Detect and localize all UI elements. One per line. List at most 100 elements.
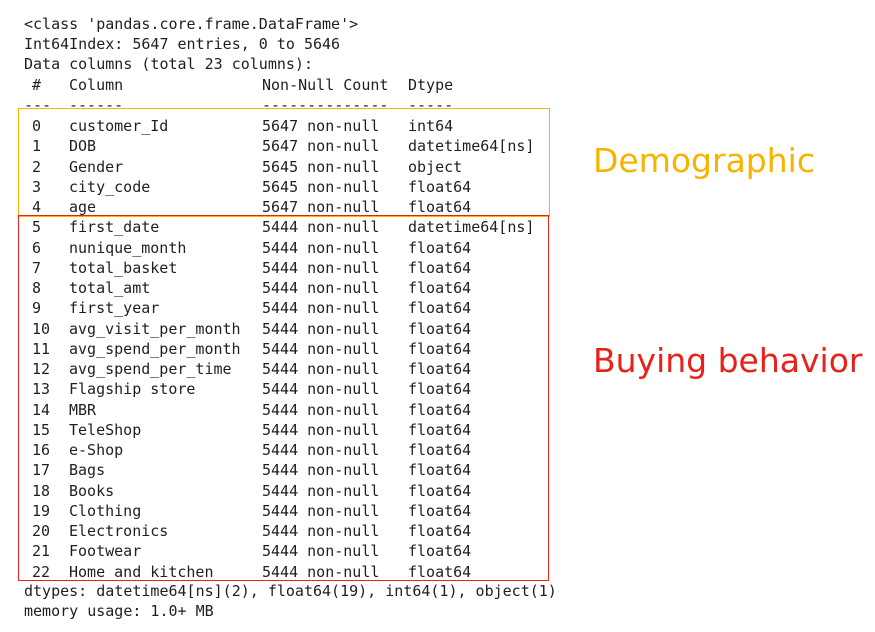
row-column-name: Gender <box>69 157 124 176</box>
row-dtype: float64 <box>408 258 472 277</box>
row-non-null-count: 5444 non-null <box>262 542 380 561</box>
row-index: 5 <box>32 218 42 237</box>
row-column-name: total_amt <box>69 279 151 297</box>
row-dtype: float64 <box>408 562 472 581</box>
row-non-null-count: 5444 non-null <box>262 380 380 399</box>
row-column-name: customer_Id <box>69 117 169 135</box>
row-index: 10 <box>32 319 51 338</box>
row-dtype: float64 <box>408 238 472 257</box>
row-non-null-count: 5444 non-null <box>262 360 380 378</box>
row-dtype: object <box>408 157 463 176</box>
row-index: 1 <box>32 137 42 156</box>
row-index: 16 <box>32 441 51 459</box>
buying-behavior-label: Buying behavior <box>593 341 863 380</box>
row-column-name: age <box>69 198 97 216</box>
row-column-name: Books <box>69 481 115 500</box>
row-column-name: Clothing <box>69 501 142 520</box>
row-dtype: float64 <box>408 542 472 561</box>
row-dtype: float64 <box>408 198 472 216</box>
row-column-name: city_code <box>69 177 151 196</box>
row-dtype: datetime64[ns] <box>408 218 535 237</box>
row-non-null-count: 5444 non-null <box>262 441 380 459</box>
row-column-name: avg_visit_per_month <box>69 319 241 338</box>
row-dtype: float64 <box>408 279 472 297</box>
row-index: 12 <box>32 360 51 378</box>
row-index: 6 <box>32 238 42 257</box>
row-dtype: datetime64[ns] <box>408 137 535 156</box>
row-dtype: float64 <box>408 400 472 419</box>
row-dtype: float64 <box>408 481 472 500</box>
row-non-null-count: 5647 non-null <box>262 198 380 216</box>
row-non-null-count: 5444 non-null <box>262 279 380 297</box>
row-column-name: e-Shop <box>69 441 124 459</box>
dtypes-line: dtypes: datetime64[ns](2), float64(19), … <box>24 582 557 600</box>
row-index: 18 <box>32 481 51 500</box>
row-non-null-count: 5444 non-null <box>262 461 380 480</box>
row-non-null-count: 5444 non-null <box>262 481 380 500</box>
rule-count: -------------- <box>262 96 389 114</box>
row-non-null-count: 5647 non-null <box>262 117 380 135</box>
row-column-name: DOB <box>69 137 97 156</box>
row-non-null-count: 5444 non-null <box>262 522 380 540</box>
row-non-null-count: 5444 non-null <box>262 238 380 257</box>
row-index: 13 <box>32 380 51 399</box>
row-column-name: Flagship store <box>69 380 196 399</box>
row-non-null-count: 5444 non-null <box>262 501 380 520</box>
row-non-null-count: 5444 non-null <box>262 299 380 318</box>
row-column-name: avg_spend_per_month <box>69 339 241 358</box>
row-column-name: first_date <box>69 218 160 237</box>
rule-dtype: ----- <box>408 96 454 114</box>
row-column-name: avg_spend_per_time <box>69 360 232 378</box>
columns-line: Data columns (total 23 columns): <box>24 55 313 73</box>
memory-line: memory usage: 1.0+ MB <box>24 602 214 620</box>
header-column: Column <box>69 76 124 94</box>
row-dtype: float64 <box>408 441 472 459</box>
row-non-null-count: 5645 non-null <box>262 177 380 196</box>
row-index: 3 <box>32 177 42 196</box>
row-non-null-count: 5647 non-null <box>262 137 380 156</box>
row-index: 15 <box>32 420 51 439</box>
row-non-null-count: 5444 non-null <box>262 258 380 277</box>
header-index: # <box>32 76 42 94</box>
row-index: 4 <box>32 198 42 216</box>
row-index: 9 <box>32 299 42 318</box>
rule-column: ------ <box>69 96 124 114</box>
row-index: 14 <box>32 400 51 419</box>
row-non-null-count: 5444 non-null <box>262 420 380 439</box>
row-non-null-count: 5444 non-null <box>262 562 380 581</box>
row-column-name: TeleShop <box>69 420 142 439</box>
row-index: 19 <box>32 501 51 520</box>
row-non-null-count: 5645 non-null <box>262 157 380 176</box>
row-index: 8 <box>32 279 42 297</box>
row-dtype: float64 <box>408 360 472 378</box>
row-non-null-count: 5444 non-null <box>262 218 380 237</box>
demographic-label: Demographic <box>593 141 815 180</box>
row-column-name: Bags <box>69 461 106 480</box>
row-index: 0 <box>32 117 42 135</box>
row-dtype: float64 <box>408 319 472 338</box>
row-dtype: float64 <box>408 380 472 399</box>
row-dtype: float64 <box>408 501 472 520</box>
row-dtype: float64 <box>408 299 472 318</box>
class-line: <class 'pandas.core.frame.DataFrame'> <box>24 15 359 33</box>
row-non-null-count: 5444 non-null <box>262 339 380 358</box>
row-column-name: first_year <box>69 299 160 318</box>
row-dtype: float64 <box>408 339 472 358</box>
row-column-name: Footwear <box>69 542 142 561</box>
row-dtype: float64 <box>408 177 472 196</box>
header-dtype: Dtype <box>408 76 454 94</box>
row-index: 2 <box>32 157 42 176</box>
row-index: 22 <box>32 562 51 581</box>
header-count: Non-Null Count <box>262 76 389 94</box>
row-non-null-count: 5444 non-null <box>262 319 380 338</box>
table-header: # Column Non-Null Count Dtype <box>24 75 453 95</box>
row-non-null-count: 5444 non-null <box>262 400 380 419</box>
row-index: 11 <box>32 339 51 358</box>
rule-index: --- <box>24 96 52 114</box>
row-index: 20 <box>32 522 51 540</box>
row-column-name: Electronics <box>69 522 169 540</box>
row-index: 21 <box>32 542 51 561</box>
index-line: Int64Index: 5647 entries, 0 to 5646 <box>24 35 341 53</box>
row-column-name: Home and kitchen <box>69 562 214 581</box>
row-column-name: MBR <box>69 400 97 419</box>
